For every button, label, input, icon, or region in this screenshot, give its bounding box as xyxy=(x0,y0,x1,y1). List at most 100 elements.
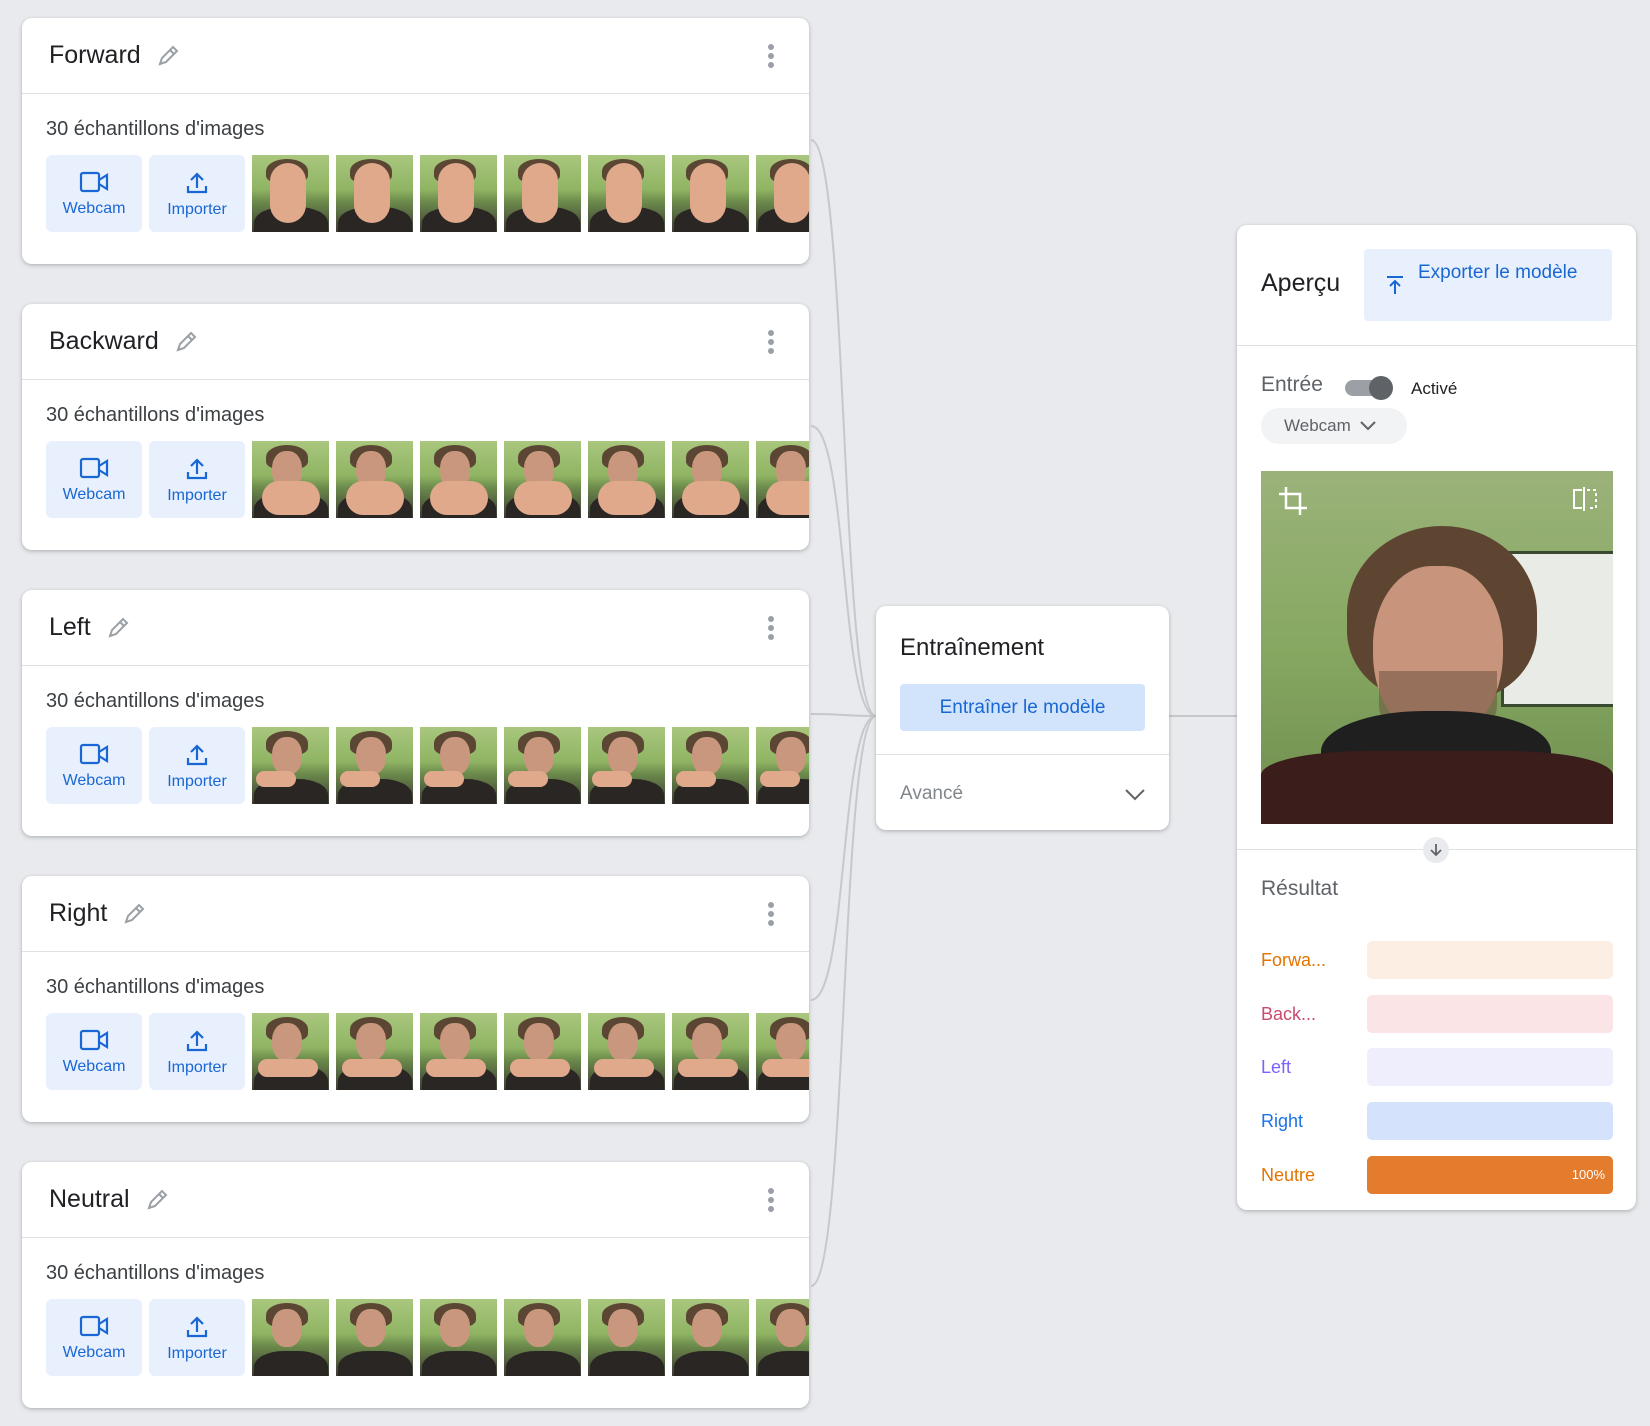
sample-thumbnail[interactable] xyxy=(420,727,497,804)
webcam-sweater xyxy=(1261,751,1613,824)
upload-button[interactable]: Importer xyxy=(149,1013,245,1090)
pencil-icon[interactable] xyxy=(173,329,199,355)
sample-thumbnail[interactable] xyxy=(336,155,413,232)
thumb-hand xyxy=(340,771,380,787)
sample-thumbnail[interactable] xyxy=(420,155,497,232)
upload-icon xyxy=(186,1315,208,1337)
sample-thumbnail[interactable] xyxy=(756,1013,809,1090)
webcam-button-label: Webcam xyxy=(62,1057,126,1075)
sample-thumbnail[interactable] xyxy=(588,1299,665,1376)
sample-thumbnail[interactable] xyxy=(588,1013,665,1090)
sample-thumbnail[interactable] xyxy=(504,155,581,232)
train-model-button[interactable]: Entraîner le modèle xyxy=(900,684,1145,731)
sample-thumbnail[interactable] xyxy=(336,727,413,804)
class-name[interactable]: Neutral xyxy=(49,1185,130,1214)
export-model-button[interactable]: Exporter le modèle xyxy=(1364,249,1612,321)
sample-count: 30 échantillons d'images xyxy=(46,976,265,998)
pencil-icon[interactable] xyxy=(105,615,131,641)
webcam-button[interactable]: Webcam xyxy=(46,727,142,804)
webcam-button[interactable]: Webcam xyxy=(46,1299,142,1376)
more-vert-icon[interactable] xyxy=(767,902,775,926)
more-vert-icon[interactable] xyxy=(767,330,775,354)
sample-thumbnail[interactable] xyxy=(588,155,665,232)
thumb-hand xyxy=(258,1059,318,1077)
input-toggle[interactable] xyxy=(1345,376,1393,400)
pencil-icon[interactable] xyxy=(121,901,147,927)
thumb-face xyxy=(440,737,470,775)
more-vert-icon[interactable] xyxy=(767,1188,775,1212)
upload-button-label: Importer xyxy=(167,486,227,504)
thumb-face xyxy=(272,1309,302,1347)
thumb-face xyxy=(272,737,302,775)
upload-button-label: Importer xyxy=(167,772,227,790)
class-name[interactable]: Forward xyxy=(49,41,141,70)
sample-thumbnail[interactable] xyxy=(588,441,665,518)
sample-thumbnail[interactable] xyxy=(672,155,749,232)
training-panel: Entraînement Entraîner le modèle Avancé xyxy=(876,606,1169,830)
sample-thumbnail[interactable] xyxy=(504,441,581,518)
webcam-button[interactable]: Webcam xyxy=(46,1013,142,1090)
sample-thumbnail[interactable] xyxy=(504,1299,581,1376)
sample-thumbnail[interactable] xyxy=(252,727,329,804)
input-label: Entrée xyxy=(1261,373,1323,396)
sample-thumbnail[interactable] xyxy=(588,727,665,804)
sample-thumbnail[interactable] xyxy=(420,1299,497,1376)
training-title: Entraînement xyxy=(900,634,1045,661)
thumb-body xyxy=(254,1351,328,1376)
thumb-face xyxy=(356,1023,386,1061)
sample-thumbnail[interactable] xyxy=(336,1299,413,1376)
class-name[interactable]: Left xyxy=(49,613,91,642)
sample-count: 30 échantillons d'images xyxy=(46,404,265,426)
thumb-hand xyxy=(594,1059,654,1077)
sample-thumbnail[interactable] xyxy=(672,727,749,804)
sample-thumbnail[interactable] xyxy=(252,441,329,518)
sample-thumbnail[interactable] xyxy=(672,1013,749,1090)
flip-icon[interactable] xyxy=(1571,485,1599,513)
input-source-select[interactable]: Webcam xyxy=(1261,408,1407,444)
class-name[interactable]: Right xyxy=(49,899,107,928)
sample-thumbnail[interactable] xyxy=(252,1299,329,1376)
sample-thumbnail[interactable] xyxy=(672,441,749,518)
upload-button-label: Importer xyxy=(167,1058,227,1076)
chevron-down-icon[interactable] xyxy=(1123,782,1147,806)
sample-thumbnail[interactable] xyxy=(336,441,413,518)
sample-thumbnail[interactable] xyxy=(336,1013,413,1090)
advanced-toggle-label[interactable]: Avancé xyxy=(900,783,963,805)
thumb-body xyxy=(590,1351,664,1376)
sample-thumbnail[interactable] xyxy=(420,1013,497,1090)
sample-thumbnail[interactable] xyxy=(504,1013,581,1090)
sample-thumbnail[interactable] xyxy=(756,441,809,518)
upload-button[interactable]: Importer xyxy=(149,727,245,804)
preview-panel: Aperçu Exporter le modèle Entrée Activé … xyxy=(1237,225,1636,1210)
more-vert-icon[interactable] xyxy=(767,44,775,68)
result-row: Forwa... xyxy=(1261,941,1613,979)
upload-button[interactable]: Importer xyxy=(149,155,245,232)
sample-thumbnail[interactable] xyxy=(672,1299,749,1376)
sample-thumbnail[interactable] xyxy=(756,1299,809,1376)
upload-button[interactable]: Importer xyxy=(149,1299,245,1376)
thumb-face xyxy=(524,737,554,775)
pencil-icon[interactable] xyxy=(155,43,181,69)
webcam-button[interactable]: Webcam xyxy=(46,155,142,232)
sample-thumbnail[interactable] xyxy=(504,727,581,804)
confidence-bar xyxy=(1367,1048,1613,1086)
class-card-header: Left xyxy=(22,590,809,666)
result-row: Right xyxy=(1261,1102,1613,1140)
sample-thumbnail[interactable] xyxy=(252,1013,329,1090)
sample-thumbnails xyxy=(252,441,809,518)
pencil-icon[interactable] xyxy=(144,1187,170,1213)
class-name[interactable]: Backward xyxy=(49,327,159,356)
sample-thumbnail[interactable] xyxy=(420,441,497,518)
webcam-button[interactable]: Webcam xyxy=(46,441,142,518)
upload-button[interactable]: Importer xyxy=(149,441,245,518)
sample-thumbnail[interactable] xyxy=(756,727,809,804)
upload-icon xyxy=(186,457,208,479)
sample-thumbnail[interactable] xyxy=(756,155,809,232)
result-row: Back... xyxy=(1261,995,1613,1033)
webcam-preview xyxy=(1261,471,1613,824)
result-class-label: Left xyxy=(1261,1057,1292,1077)
crop-icon[interactable] xyxy=(1277,485,1309,517)
more-vert-icon[interactable] xyxy=(767,616,775,640)
result-label: Résultat xyxy=(1261,877,1339,900)
sample-thumbnail[interactable] xyxy=(252,155,329,232)
